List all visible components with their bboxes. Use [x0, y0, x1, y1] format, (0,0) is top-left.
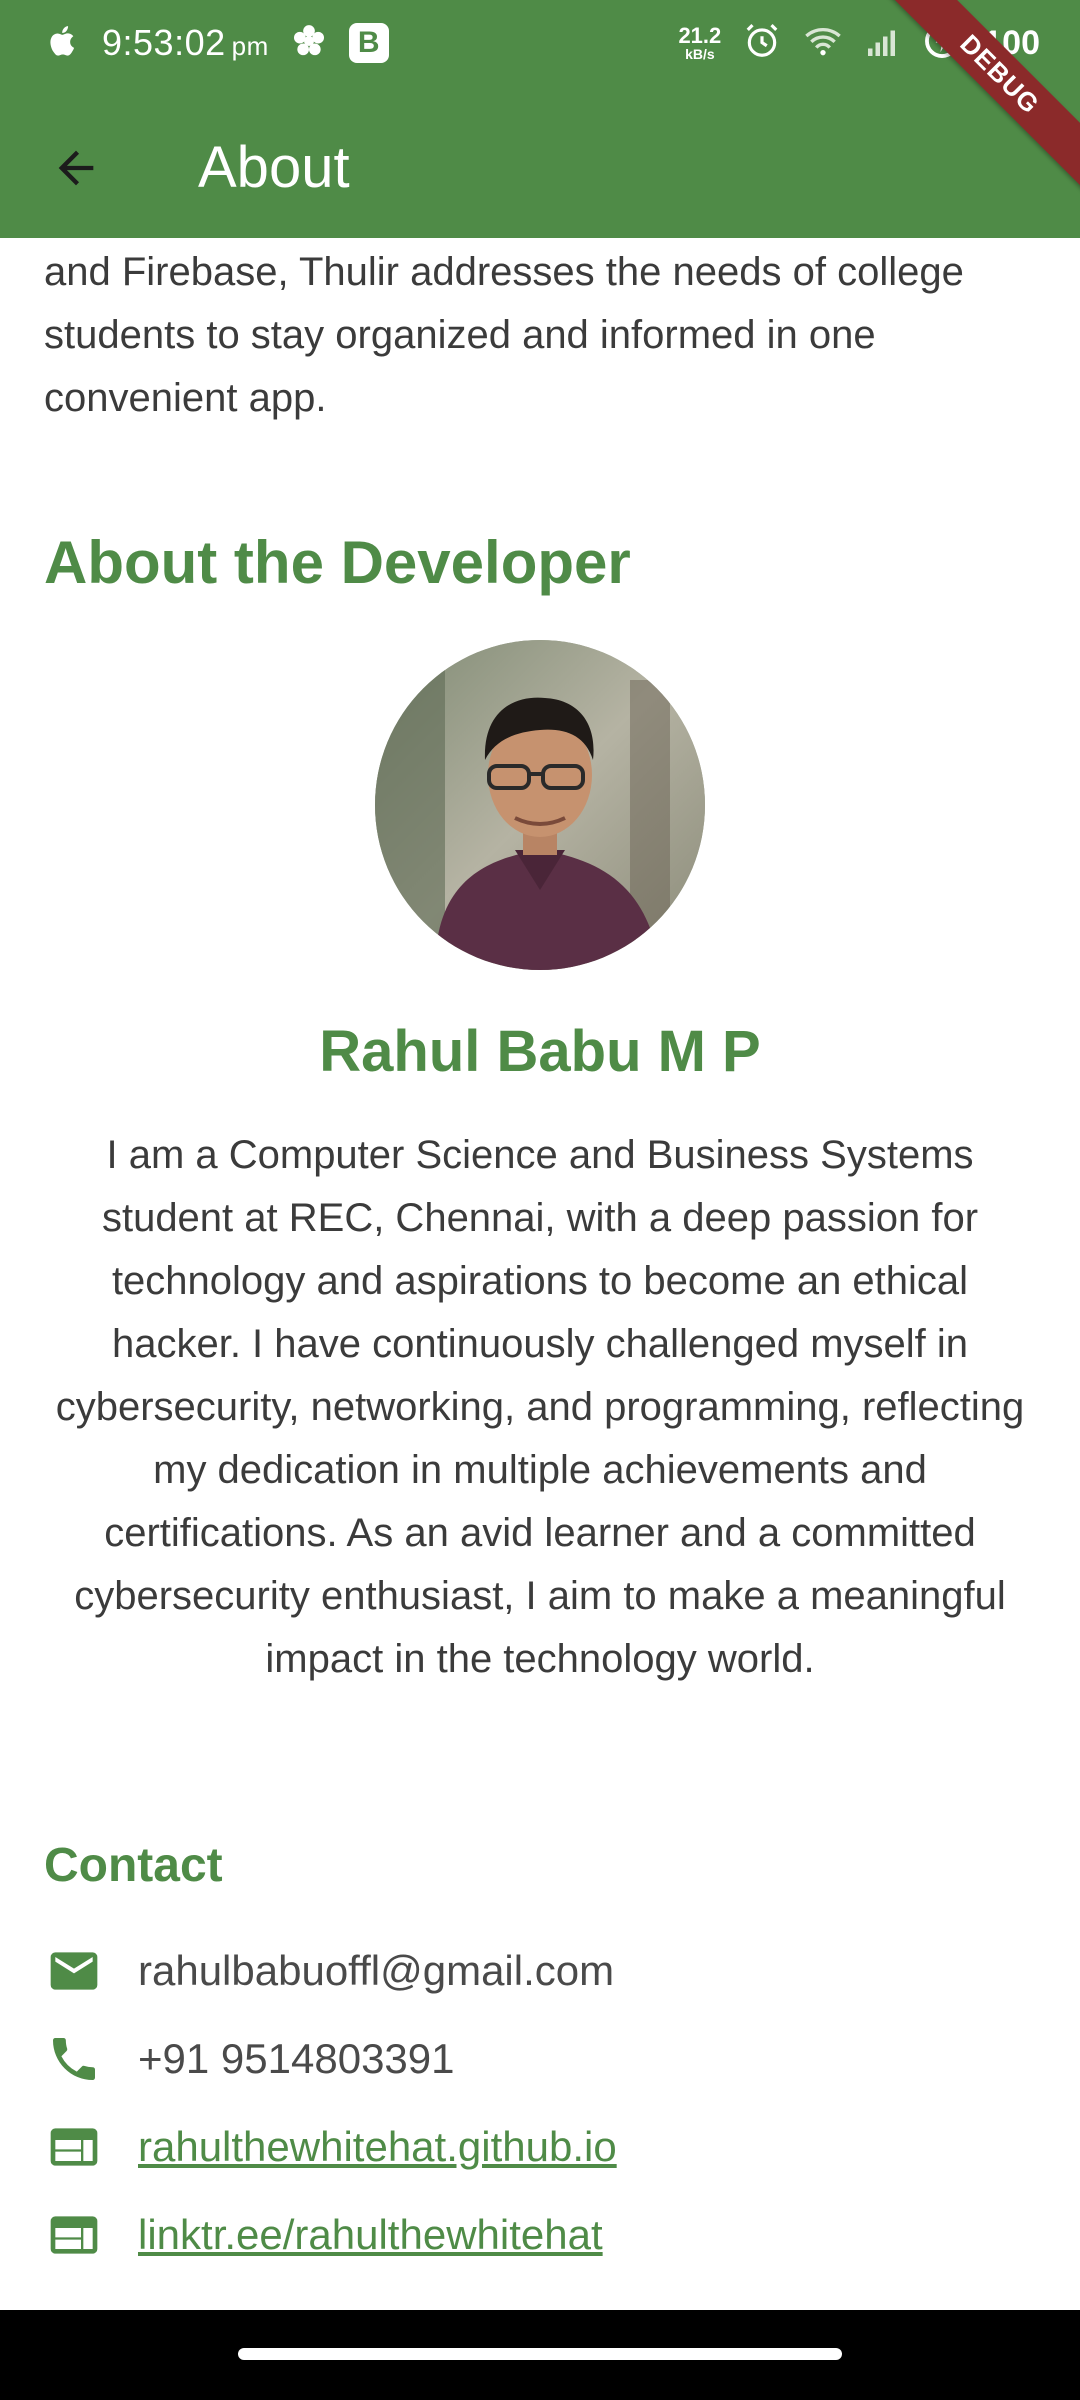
network-speed: 21.2 kB/s	[678, 23, 722, 62]
page-title: About	[198, 135, 350, 200]
wifi-icon	[803, 23, 843, 64]
back-button[interactable]	[34, 126, 118, 210]
linktree-link[interactable]: linktr.ee/rahulthewhitehat	[138, 2211, 603, 2259]
phone-icon	[44, 2029, 104, 2089]
app-bar: About	[0, 86, 1080, 238]
website-link[interactable]: rahulthewhitehat.github.io	[138, 2123, 617, 2171]
contact-phone[interactable]: +91 9514803391	[44, 2024, 455, 2094]
mail-icon	[44, 1941, 104, 2001]
top-bar: 9:53:02 pm B 21.2 kB/s 100 About DEBUG	[0, 0, 1080, 238]
phone-text: +91 9514803391	[138, 2035, 455, 2082]
web-icon	[44, 2205, 104, 2265]
arrow-back-icon	[58, 150, 94, 186]
apple-icon	[44, 21, 82, 66]
home-gesture-handle[interactable]	[238, 2348, 842, 2360]
signal-icon	[865, 23, 901, 64]
flower-icon	[289, 21, 329, 66]
contact-linktree[interactable]: linktr.ee/rahulthewhitehat	[44, 2200, 603, 2270]
developer-avatar	[375, 640, 705, 970]
web-icon	[44, 2117, 104, 2177]
clock-time: 9:53:02 pm	[102, 22, 269, 63]
developer-bio: I am a Computer Science and Business Sys…	[55, 1133, 1025, 1681]
email-text: rahulbabuoffl@gmail.com	[138, 1947, 615, 1994]
scroll-content[interactable]: progression and other relevant details. …	[0, 238, 1080, 2310]
contact-title: Contact	[44, 1839, 223, 1892]
contact-email[interactable]: rahulbabuoffl@gmail.com	[44, 1936, 614, 2006]
developer-name: Rahul Babu M P	[319, 1019, 761, 1084]
section-title-developer: About the Developer	[44, 529, 631, 596]
b-app-icon: B	[348, 23, 389, 63]
contact-website[interactable]: rahulthewhitehat.github.io	[44, 2112, 617, 2182]
app-description: progression and other relevant details. …	[44, 250, 964, 420]
system-navigation-bar	[0, 2310, 1080, 2400]
alarm-icon	[743, 22, 781, 65]
